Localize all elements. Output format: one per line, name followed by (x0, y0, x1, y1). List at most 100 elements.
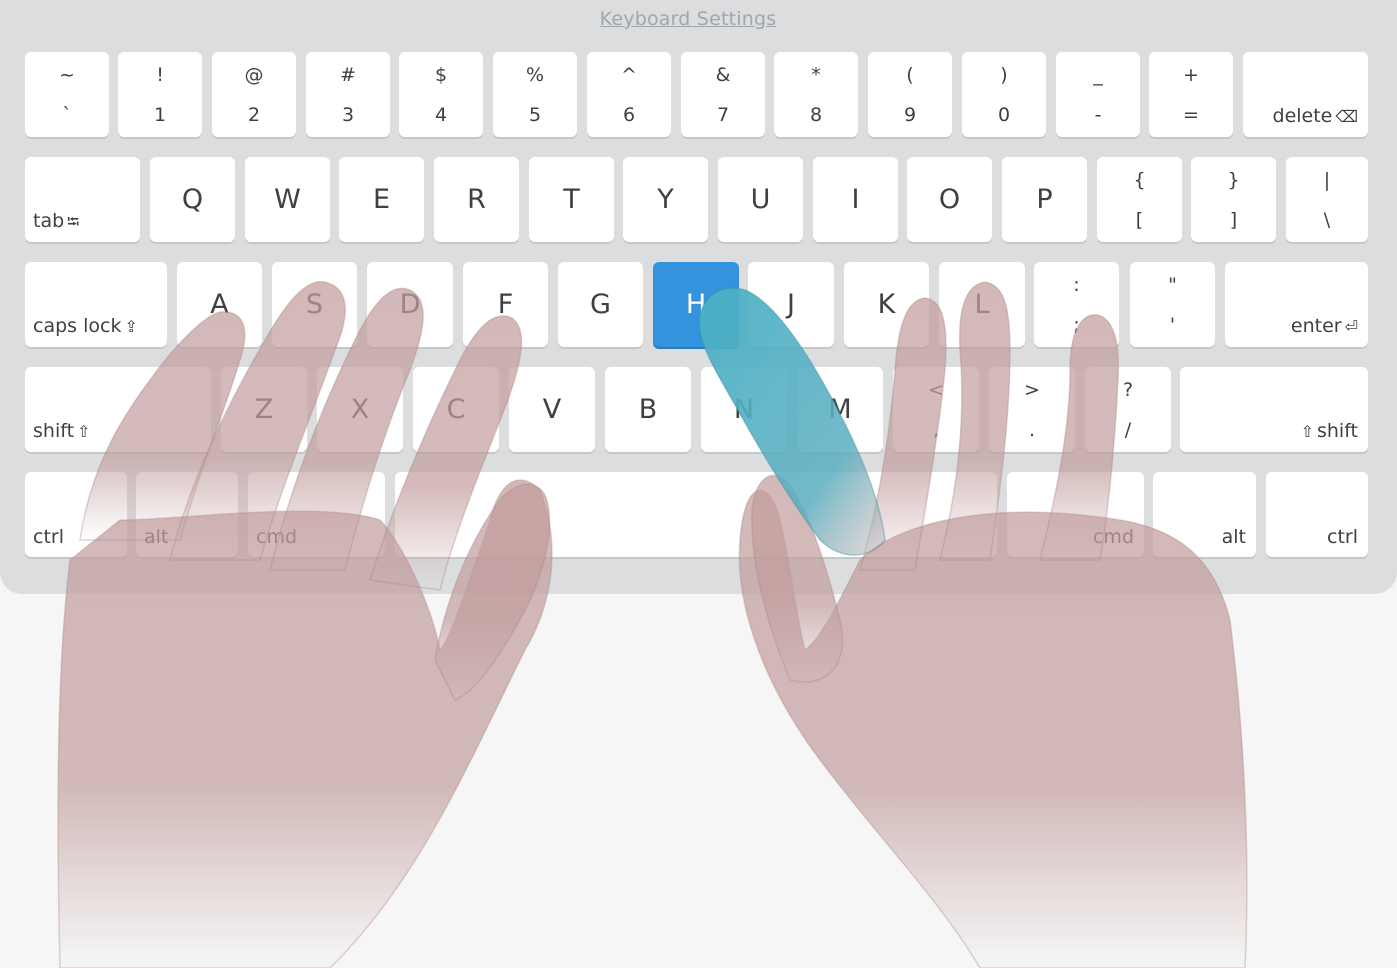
key-b[interactable]: B (605, 367, 691, 452)
key-q[interactable]: Q (150, 157, 235, 242)
key-semicolon[interactable]: :; (1034, 262, 1119, 347)
key-f[interactable]: F (463, 262, 548, 347)
key-capslock-label-group: caps lock ⇪ (33, 316, 138, 337)
key-semicolon-label: ; (1073, 314, 1080, 336)
key-z[interactable]: Z (221, 367, 307, 452)
key-w-label: W (274, 183, 301, 215)
key-lbracket[interactable]: {[ (1097, 157, 1182, 242)
key-ralt[interactable]: alt (1153, 472, 1256, 557)
key-lctrl-label: ctrl (33, 526, 64, 548)
key-backtick-label: ` (62, 104, 72, 126)
key-f-label: F (497, 288, 514, 320)
key-period-shift-label: > (1024, 379, 1040, 401)
key-2-label: 2 (247, 104, 261, 126)
key-g[interactable]: G (558, 262, 643, 347)
key-tab[interactable]: tab ⭾ (25, 157, 140, 242)
key-tab-label: tab (33, 210, 65, 232)
key-lshift[interactable]: shift ⇧ (25, 367, 211, 452)
key-7[interactable]: & 7 (681, 52, 765, 137)
key-quote-label: ' (1169, 314, 1176, 336)
key-lbracket-shift-label: { (1133, 169, 1146, 191)
key-lalt[interactable]: alt (136, 472, 238, 557)
key-8[interactable]: * 8 (774, 52, 858, 137)
key-1[interactable]: ! 1 (118, 52, 202, 137)
key-0[interactable]: ) 0 (962, 52, 1046, 137)
key-lcmd-label: cmd (256, 526, 298, 548)
key-capslock-label: caps lock (33, 315, 122, 337)
key-enter[interactable]: enter ⏎ (1225, 262, 1368, 347)
key-s[interactable]: S (272, 262, 357, 347)
key-k-label: K (877, 288, 896, 320)
key-x[interactable]: X (317, 367, 403, 452)
key-3[interactable]: #3 (306, 52, 390, 137)
key-rctrl-label-group: ctrl (1327, 527, 1358, 547)
key-lbracket-label: [ (1135, 209, 1144, 231)
key-9[interactable]: (9 (868, 52, 952, 137)
key-k[interactable]: K (844, 262, 929, 347)
key-e[interactable]: E (339, 157, 424, 242)
key-lalt-label-group: alt (144, 527, 168, 547)
key-1-label: 1 (153, 104, 167, 126)
key-2[interactable]: @2 (212, 52, 296, 137)
key-2-shift-label: @ (244, 64, 264, 86)
key-y[interactable]: Y (623, 157, 708, 242)
key-i[interactable]: I (813, 157, 898, 242)
key-equals[interactable]: + = (1149, 52, 1233, 137)
keyboard-trainer: Keyboard Settings ~ `! 1 @2 #3 $4% 5 ^ 6 & 7 * 8(9) 0… (0, 0, 1397, 968)
key-quote[interactable]: " ' (1130, 262, 1215, 347)
key-rcmd[interactable]: cmd (1007, 472, 1144, 557)
key-backslash[interactable]: | \ (1286, 157, 1368, 242)
key-lshift-label-group: shift ⇧ (33, 421, 90, 442)
key-p-label: P (1036, 183, 1053, 215)
key-enter-label-group: enter ⏎ (1291, 316, 1358, 337)
key-delete[interactable]: delete ⌫ (1243, 52, 1368, 137)
key-o[interactable]: O (907, 157, 992, 242)
key-minus-label: - (1094, 104, 1102, 126)
key-rshift[interactable]: ⇧ shift (1180, 367, 1368, 452)
key-t[interactable]: T (529, 157, 614, 242)
key-u[interactable]: U (718, 157, 803, 242)
key-slash[interactable]: ? / (1085, 367, 1171, 452)
key-capslock[interactable]: caps lock ⇪ (25, 262, 167, 347)
key-rctrl[interactable]: ctrl (1266, 472, 1368, 557)
key-n[interactable]: N (701, 367, 787, 452)
key-lshift-label: shift (33, 420, 75, 442)
key-comma[interactable]: <, (893, 367, 979, 452)
key-h[interactable]: H (653, 262, 739, 347)
key-m[interactable]: M (797, 367, 883, 452)
key-8-label: 8 (809, 104, 823, 126)
key-p[interactable]: P (1002, 157, 1087, 242)
key-m-label: M (828, 393, 852, 425)
key-r-label: R (467, 183, 486, 215)
key-backtick[interactable]: ~ ` (25, 52, 109, 137)
key-rcmd-label-group: cmd (1093, 527, 1134, 547)
key-c[interactable]: C (413, 367, 499, 452)
key-t-label: T (563, 183, 580, 215)
key-lcmd[interactable]: cmd (248, 472, 385, 557)
key-lctrl[interactable]: ctrl (25, 472, 127, 557)
key-space[interactable] (395, 472, 997, 557)
key-l[interactable]: L (939, 262, 1025, 347)
key-6[interactable]: ^ 6 (587, 52, 671, 137)
key-period[interactable]: >. (989, 367, 1075, 452)
key-b-label: B (638, 393, 658, 425)
key-5[interactable]: % 5 (493, 52, 577, 137)
key-v[interactable]: V (509, 367, 595, 452)
key-minus[interactable]: _ - (1056, 52, 1140, 137)
key-lshift-icon: ⇧ (77, 422, 91, 441)
key-4[interactable]: $4 (399, 52, 483, 137)
key-9-label: 9 (903, 104, 917, 126)
key-w[interactable]: W (245, 157, 330, 242)
key-ralt-label: alt (1221, 526, 1246, 548)
key-a[interactable]: A (177, 262, 262, 347)
key-r[interactable]: R (434, 157, 519, 242)
key-s-label: S (305, 288, 324, 320)
key-g-label: G (590, 288, 611, 320)
key-a-label: A (210, 288, 229, 320)
key-d[interactable]: D (367, 262, 453, 347)
key-u-label: U (750, 183, 771, 215)
key-j[interactable]: J (748, 262, 834, 347)
key-5-label: 5 (528, 104, 542, 126)
key-capslock-icon: ⇪ (124, 317, 138, 336)
key-rbracket[interactable]: }] (1191, 157, 1276, 242)
